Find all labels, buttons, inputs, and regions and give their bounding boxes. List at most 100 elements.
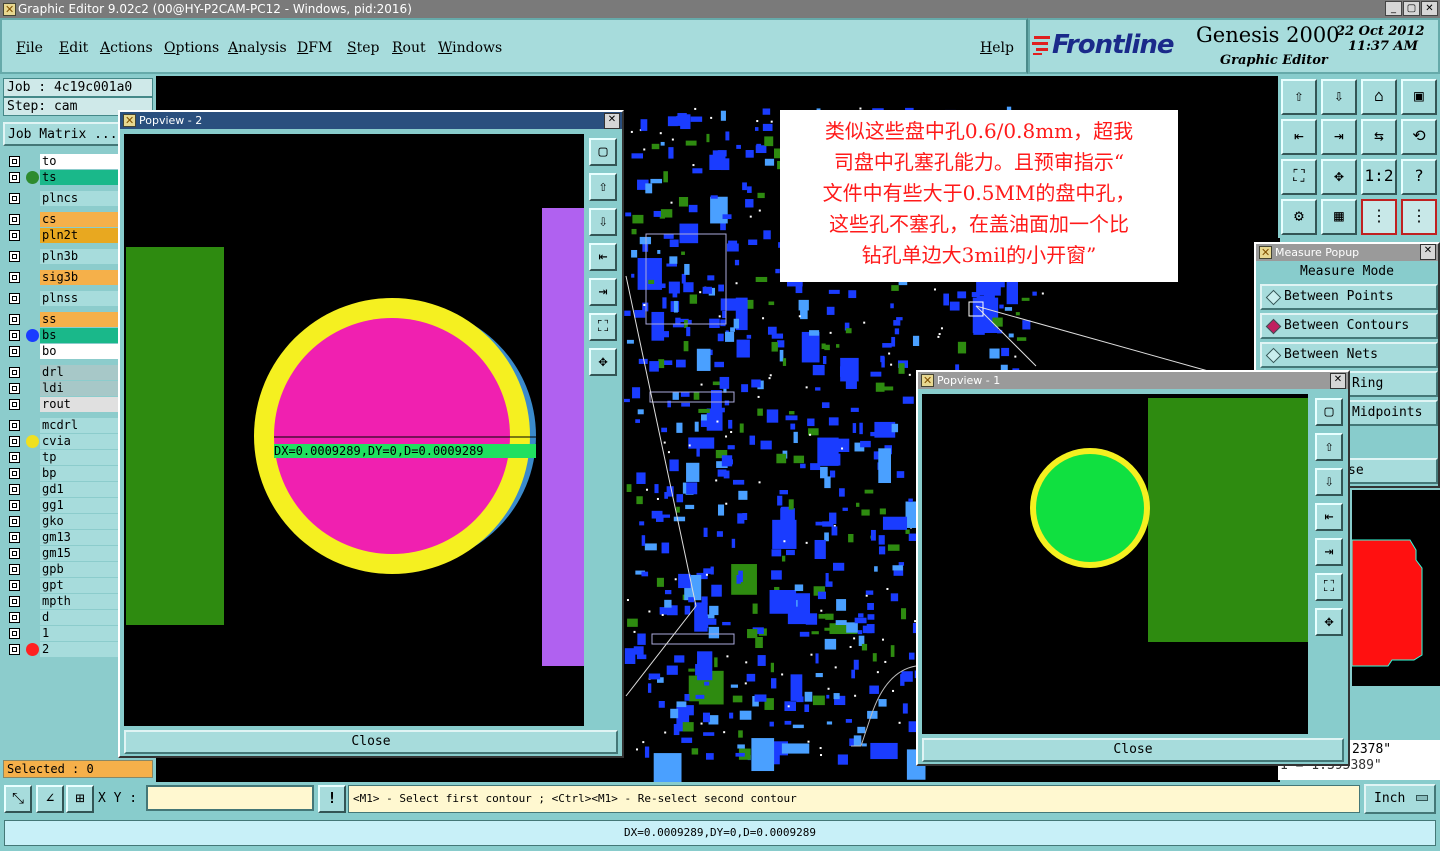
layer-row[interactable]: drl (6, 365, 118, 380)
layer-row[interactable]: gg1 (6, 498, 118, 513)
center-icon[interactable]: ✥ (589, 348, 617, 376)
layer-row[interactable]: d (6, 610, 118, 625)
unit-selector[interactable]: Inch (1364, 784, 1436, 814)
layer-checkbox[interactable] (9, 251, 20, 262)
center-icon[interactable]: ✥ (1321, 159, 1357, 195)
layer-checkbox[interactable] (9, 367, 20, 378)
pan-right-icon[interactable]: ⇥ (589, 278, 617, 306)
center-icon[interactable]: ✥ (1315, 608, 1343, 636)
measure-close-button[interactable]: se (1342, 458, 1438, 484)
layer-checkbox[interactable] (9, 272, 20, 283)
layer-row[interactable]: tp (6, 450, 118, 465)
layer-checkbox[interactable] (9, 516, 20, 527)
maximize-button[interactable]: ▢ (1403, 1, 1420, 16)
layer-row[interactable]: bs (6, 328, 118, 343)
layer-row[interactable]: cvia (6, 434, 118, 449)
menu-edit[interactable]: Edit (59, 40, 88, 56)
help-icon[interactable]: ? (1401, 159, 1437, 195)
layer-row[interactable]: mpth (6, 594, 118, 609)
minimize-button[interactable]: _ (1385, 1, 1402, 16)
popview-1-close-button[interactable]: Close (922, 738, 1344, 762)
menu-dfm[interactable]: DFM (297, 40, 332, 56)
rotate-icon[interactable]: ⟲ (1401, 119, 1437, 155)
layer-row[interactable]: pln2t (6, 228, 118, 243)
layer-checkbox[interactable] (9, 628, 20, 639)
layer-row[interactable]: sig3b (6, 270, 118, 285)
layer-row[interactable]: 2 (6, 642, 118, 657)
menu-step[interactable]: Step (347, 40, 379, 56)
layer-row[interactable]: gm15 (6, 546, 118, 561)
layer-checkbox[interactable] (9, 548, 20, 559)
scale-icon[interactable]: 1:2 (1361, 159, 1397, 195)
popview-2-close-button[interactable]: Close (124, 730, 618, 754)
layer-checkbox[interactable] (9, 346, 20, 357)
measure-mode-option[interactable]: Between Contours (1260, 313, 1438, 339)
measure-mode-option[interactable]: Midpoints (1346, 400, 1438, 426)
layer-checkbox[interactable] (9, 500, 20, 511)
layer-checkbox[interactable] (9, 383, 20, 394)
layer-checkbox[interactable] (9, 484, 20, 495)
window-icon[interactable]: ▢ (589, 138, 617, 166)
layer-checkbox[interactable] (9, 156, 20, 167)
layer-checkbox[interactable] (9, 468, 20, 479)
layer-checkbox[interactable] (9, 230, 20, 241)
zoom-home-icon[interactable]: ⇧ (1281, 79, 1317, 115)
layer-checkbox[interactable] (9, 596, 20, 607)
close-window-button[interactable]: ✕ (1421, 1, 1438, 16)
grid-icon[interactable]: ▦ (1321, 199, 1357, 235)
layer-row[interactable]: bp (6, 466, 118, 481)
layer-checkbox[interactable] (9, 214, 20, 225)
fit-icon[interactable]: ⛶ (1315, 573, 1343, 601)
pan-left-icon[interactable]: ⇤ (1281, 119, 1317, 155)
layer-row[interactable]: ldi (6, 381, 118, 396)
layer-row[interactable]: ts (6, 170, 118, 185)
layer-row[interactable]: gpb (6, 562, 118, 577)
layer-checkbox[interactable] (9, 452, 20, 463)
layer-checkbox[interactable] (9, 644, 20, 655)
zoom-in-icon[interactable]: ⇧ (589, 173, 617, 201)
layer-checkbox[interactable] (9, 612, 20, 623)
layer-checkbox[interactable] (9, 420, 20, 431)
menu-analysis[interactable]: Analysis (228, 40, 287, 56)
layer-checkbox[interactable] (9, 293, 20, 304)
layer-checkbox[interactable] (9, 193, 20, 204)
menu-windows[interactable]: Windows (438, 40, 502, 56)
zoom-out-icon[interactable]: ⇩ (1315, 468, 1343, 496)
layer-row[interactable]: 1 (6, 626, 118, 641)
pan-right-icon[interactable]: ⇥ (1315, 538, 1343, 566)
layer-row[interactable]: rout (6, 397, 118, 412)
pan-left-icon[interactable]: ⇤ (589, 243, 617, 271)
measure-mode-option[interactable]: Between Points (1260, 284, 1438, 310)
warning-button[interactable]: ! (318, 785, 346, 813)
pan-right-icon[interactable]: ⇥ (1321, 119, 1357, 155)
layer-checkbox[interactable] (9, 580, 20, 591)
fit-icon[interactable]: ⛶ (1281, 159, 1317, 195)
layer-row[interactable]: ss (6, 312, 118, 327)
layer-checkbox[interactable] (9, 330, 20, 341)
measure-mode-option[interactable]: Between Nets (1260, 342, 1438, 368)
layer-checkbox[interactable] (9, 314, 20, 325)
layer-row[interactable]: plncs (6, 191, 118, 206)
layer-row[interactable]: plnss (6, 291, 118, 306)
snap-net-icon[interactable]: ⋮ (1401, 199, 1437, 235)
measure-mode-option[interactable]: Ring (1346, 371, 1438, 397)
menu-help[interactable]: Help (980, 40, 1014, 56)
layer-row[interactable]: gko (6, 514, 118, 529)
layer-checkbox[interactable] (9, 532, 20, 543)
menu-file[interactable]: File (16, 40, 43, 56)
layer-row[interactable]: mcdrl (6, 418, 118, 433)
layer-row[interactable]: gd1 (6, 482, 118, 497)
layer-checkbox[interactable] (9, 436, 20, 447)
layer-row[interactable]: pln3b (6, 249, 118, 264)
layer-row[interactable]: cs (6, 212, 118, 227)
layer-row[interactable]: to (6, 154, 118, 169)
angle-tool-icon[interactable]: ∠ (36, 785, 64, 813)
tool-icon[interactable]: ⚙ (1281, 199, 1317, 235)
layer-row[interactable]: gpt (6, 578, 118, 593)
snap-icon[interactable]: ⋮ (1361, 199, 1397, 235)
fit-icon[interactable]: ⛶ (589, 313, 617, 341)
window-icon[interactable]: ▣ (1401, 79, 1437, 115)
grid-snap-icon[interactable]: ⊞ (66, 785, 94, 813)
popview-2-close-icon[interactable]: ✕ (604, 113, 620, 129)
zoom-out-icon[interactable]: ⇩ (589, 208, 617, 236)
